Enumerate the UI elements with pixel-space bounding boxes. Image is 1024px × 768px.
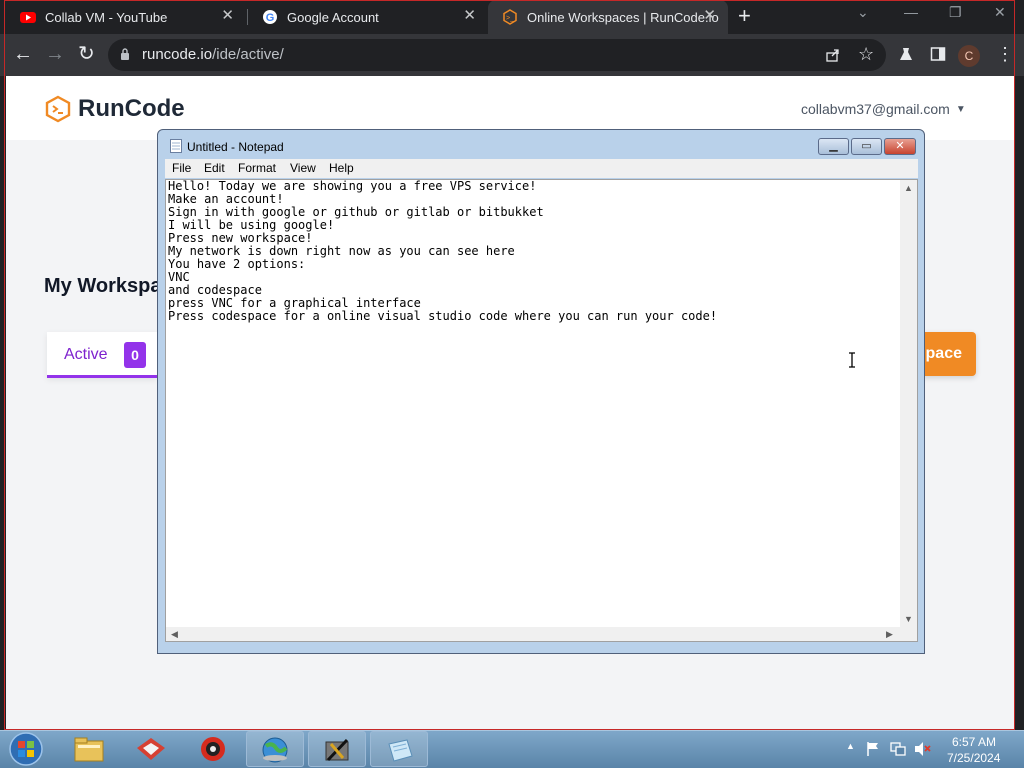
- side-panel-icon[interactable]: [930, 46, 946, 62]
- url-path: /ide/active/: [212, 46, 284, 63]
- scroll-left-arrow-icon[interactable]: ◀: [171, 629, 178, 640]
- close-tab-icon[interactable]: ✕: [463, 8, 476, 24]
- close-window-icon[interactable]: ✕: [994, 4, 1006, 21]
- taskbar-explorer[interactable]: [60, 731, 118, 767]
- size-grip[interactable]: [900, 627, 917, 641]
- extensions-icon[interactable]: [898, 46, 914, 62]
- scroll-up-arrow-icon[interactable]: ▲: [904, 183, 913, 193]
- taskbar-tools[interactable]: [308, 731, 366, 767]
- tab-youtube[interactable]: Collab VM - YouTube ✕: [6, 0, 246, 34]
- minimize-icon[interactable]: —: [904, 4, 918, 20]
- brand-name[interactable]: RunCode: [78, 95, 185, 123]
- lock-icon[interactable]: [120, 47, 130, 61]
- svg-text:G: G: [266, 12, 275, 24]
- tab-active-label: Active: [64, 346, 108, 363]
- forward-arrow-icon[interactable]: →: [45, 43, 65, 65]
- account-menu[interactable]: collabvm37@gmail.com ▼: [801, 101, 966, 117]
- minimize-button[interactable]: ▁: [818, 138, 849, 155]
- network-globe-icon: [262, 737, 288, 763]
- menu-view[interactable]: View: [290, 161, 316, 175]
- app-globe-icon: [201, 737, 225, 761]
- clock-date[interactable]: 7/25/2024: [947, 751, 1000, 765]
- tab-search-icon[interactable]: ⌄: [857, 4, 869, 21]
- active-count-badge: 0: [124, 342, 146, 368]
- tab-title: Google Account: [287, 9, 379, 25]
- maximize-button[interactable]: ▭: [851, 138, 882, 155]
- scroll-down-arrow-icon[interactable]: ▼: [904, 614, 913, 624]
- profile-avatar[interactable]: C: [958, 45, 980, 67]
- start-button-icon[interactable]: [6, 731, 46, 767]
- menu-kebab-icon[interactable]: ⋮: [996, 44, 1014, 65]
- ibeam-cursor-icon: [849, 352, 855, 368]
- vertical-scrollbar[interactable]: ▲ ▼: [900, 180, 917, 627]
- workspaces-title: My Workspa: [44, 275, 162, 297]
- reload-icon[interactable]: ↻: [78, 43, 95, 65]
- menu-edit[interactable]: Edit: [204, 161, 225, 175]
- volume-muted-icon[interactable]: [914, 741, 932, 757]
- notepad-icon: [388, 739, 413, 762]
- tab-title: Collab VM - YouTube: [45, 9, 168, 25]
- clock-time[interactable]: 6:57 AM: [952, 735, 996, 749]
- notepad-icon: [170, 139, 182, 153]
- taskbar-app-red[interactable]: [122, 731, 180, 767]
- close-button[interactable]: ✕: [884, 138, 916, 155]
- horizontal-scrollbar[interactable]: ◀ ▶: [166, 627, 900, 641]
- action-center-flag-icon[interactable]: [866, 741, 880, 757]
- back-arrow-icon[interactable]: ←: [13, 43, 33, 65]
- scroll-right-arrow-icon[interactable]: ▶: [886, 629, 893, 640]
- tab-google-account[interactable]: G Google Account ✕: [248, 0, 488, 34]
- app-tools-icon: [325, 738, 349, 762]
- tab-runcode[interactable]: >_ Online Workspaces | RunCode.io ✕: [488, 0, 728, 34]
- runcode-logo-icon[interactable]: [44, 95, 72, 123]
- notepad-title: Untitled - Notepad: [187, 140, 284, 154]
- url-host: runcode.io: [142, 46, 213, 63]
- network-tray-icon[interactable]: [890, 741, 906, 757]
- notepad-menubar: [165, 159, 918, 178]
- caret-down-icon: ▼: [955, 104, 966, 115]
- taskbar-app-globe[interactable]: [184, 731, 242, 767]
- explorer-icon: [74, 737, 104, 762]
- notepad-content[interactable]: Hello! Today we are showing you a free V…: [168, 180, 717, 323]
- new-tab-button[interactable]: +: [738, 4, 751, 28]
- close-tab-icon[interactable]: ✕: [703, 8, 716, 24]
- app-red-icon: [137, 738, 165, 760]
- bookmark-star-icon[interactable]: ☆: [858, 44, 874, 65]
- account-email: collabvm37@gmail.com: [801, 101, 950, 117]
- url-text[interactable]: runcode.io/ide/active/: [142, 46, 284, 63]
- menu-file[interactable]: File: [172, 161, 191, 175]
- show-hidden-icons-icon[interactable]: ▲: [846, 741, 855, 751]
- tab-title: Online Workspaces | RunCode.io: [527, 9, 719, 25]
- menu-help[interactable]: Help: [329, 161, 354, 175]
- restore-icon[interactable]: ❐: [949, 4, 962, 21]
- menu-format[interactable]: Format: [238, 161, 276, 175]
- google-icon: G: [263, 10, 277, 24]
- svg-text:>_: >_: [506, 15, 514, 22]
- runcode-icon: >_: [503, 9, 517, 25]
- taskbar-network[interactable]: [246, 731, 304, 767]
- taskbar-notepad[interactable]: [370, 731, 428, 767]
- close-tab-icon[interactable]: ✕: [221, 8, 234, 24]
- share-icon[interactable]: [825, 47, 841, 63]
- youtube-icon: [20, 12, 36, 23]
